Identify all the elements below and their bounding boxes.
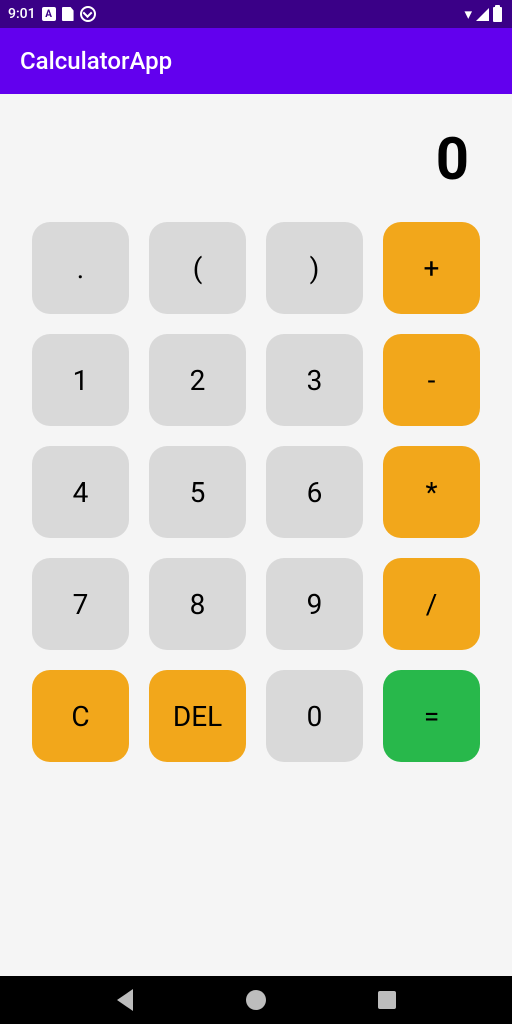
cellular-icon xyxy=(476,8,489,21)
key-dot[interactable]: . xyxy=(32,222,129,314)
status-right: ▾ xyxy=(464,7,502,22)
key-zero[interactable]: 0 xyxy=(266,670,363,762)
key-seven[interactable]: 7 xyxy=(32,558,129,650)
app-title: CalculatorApp xyxy=(20,47,172,75)
key-nine[interactable]: 9 xyxy=(266,558,363,650)
recent-apps-icon xyxy=(378,991,396,1009)
wifi-icon: ▾ xyxy=(464,7,472,22)
nav-back-button[interactable] xyxy=(114,989,136,1011)
status-bar: 9:01 A ▾ xyxy=(0,0,512,28)
key-four[interactable]: 4 xyxy=(32,446,129,538)
calc-display: 0 xyxy=(32,94,480,212)
battery-icon xyxy=(493,7,502,22)
key-one[interactable]: 1 xyxy=(32,334,129,426)
key-clear[interactable]: C xyxy=(32,670,129,762)
key-multiply[interactable]: * xyxy=(383,446,480,538)
key-minus[interactable]: - xyxy=(383,334,480,426)
sd-card-icon xyxy=(62,7,74,21)
status-left: 9:01 A xyxy=(8,6,96,22)
app-bar: CalculatorApp xyxy=(0,28,512,94)
nav-home-button[interactable] xyxy=(245,989,267,1011)
calculator-content: 0 . ( ) + 1 2 3 - 4 5 6 * 7 8 9 / C DEL … xyxy=(0,94,512,762)
key-delete[interactable]: DEL xyxy=(149,670,246,762)
key-divide[interactable]: / xyxy=(383,558,480,650)
key-three[interactable]: 3 xyxy=(266,334,363,426)
keypad: . ( ) + 1 2 3 - 4 5 6 * 7 8 9 / C DEL 0 … xyxy=(32,212,480,762)
key-plus[interactable]: + xyxy=(383,222,480,314)
key-equals[interactable]: = xyxy=(383,670,480,762)
key-five[interactable]: 5 xyxy=(149,446,246,538)
nav-bar xyxy=(0,976,512,1024)
key-six[interactable]: 6 xyxy=(266,446,363,538)
nav-recent-button[interactable] xyxy=(376,989,398,1011)
do-not-disturb-icon xyxy=(80,6,96,22)
a-icon: A xyxy=(42,7,56,21)
back-icon xyxy=(117,989,133,1011)
home-icon xyxy=(246,990,266,1010)
key-eight[interactable]: 8 xyxy=(149,558,246,650)
key-two[interactable]: 2 xyxy=(149,334,246,426)
status-clock: 9:01 xyxy=(8,6,36,22)
key-open-paren[interactable]: ( xyxy=(149,222,246,314)
key-close-paren[interactable]: ) xyxy=(266,222,363,314)
